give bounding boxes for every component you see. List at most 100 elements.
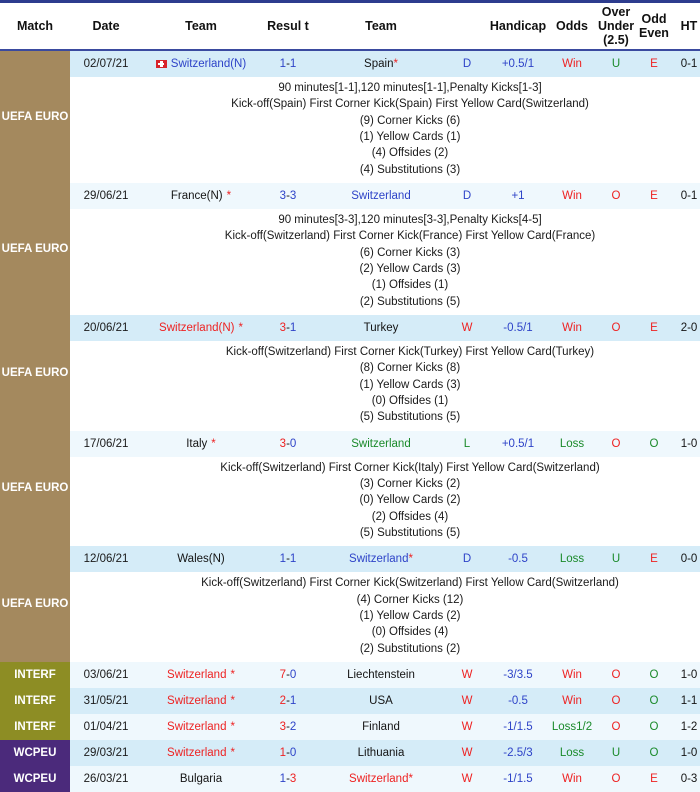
column-header-over-under-25[interactable]: Over Under (2.5)	[596, 3, 636, 50]
match-score[interactable]: 3-2	[260, 714, 316, 740]
competition-badge[interactable]: UEFA EURO	[0, 51, 70, 183]
away-team-star: *	[393, 58, 397, 70]
home-team-cell[interactable]: Switzerland*	[142, 688, 260, 714]
home-team-cell[interactable]: Italy*	[142, 431, 260, 457]
match-outcome: W	[446, 766, 488, 792]
competition-badge-cell[interactable]: UEFA EURO	[0, 315, 70, 431]
match-stats-block: 90 minutes[1-1],120 minutes[1-1],Penalty…	[72, 80, 700, 178]
table-row[interactable]: UEFA EURO17/06/21Italy*3-0SwitzerlandL+0…	[0, 431, 700, 457]
column-header-handicap[interactable]: Handicap	[488, 3, 548, 50]
over-under-25-value: U	[596, 50, 636, 77]
match-stats-block: Kick-off(Switzerland) First Corner Kick(…	[72, 344, 700, 426]
handicap-value: +0.5/1	[488, 431, 548, 457]
competition-badge[interactable]: UEFA EURO	[0, 431, 70, 547]
odds-result: Win	[548, 688, 596, 714]
away-team-cell[interactable]: Spain*	[316, 50, 446, 77]
away-team-cell[interactable]: Switzerland	[316, 431, 446, 457]
table-row[interactable]: INTERF01/04/21Switzerland*3-2FinlandW-1/…	[0, 714, 700, 740]
match-date: 01/04/21	[70, 714, 142, 740]
home-team-wrap: Italy*	[186, 438, 216, 450]
competition-badge[interactable]: UEFA EURO	[0, 315, 70, 431]
home-team-cell[interactable]: Wales(N)	[142, 546, 260, 572]
table-row[interactable]: UEFA EURO20/06/21Switzerland(N)*3-1Turke…	[0, 315, 700, 341]
handicap-value: +0.5/1	[488, 50, 548, 77]
column-header-date[interactable]: Date	[70, 3, 142, 50]
home-team-cell[interactable]: Bulgaria	[142, 766, 260, 792]
match-score[interactable]: 7-0	[260, 662, 316, 688]
handicap-value: -0.5	[488, 546, 548, 572]
competition-badge-cell[interactable]: UEFA EURO	[0, 50, 70, 183]
table-row[interactable]: UEFA EURO12/06/21Wales(N)1-1Switzerland*…	[0, 546, 700, 572]
score-away: 0	[290, 669, 296, 681]
competition-badge[interactable]: WCPEU	[0, 766, 70, 792]
table-row[interactable]: UEFA EURO29/06/21France(N)*3-3Switzerlan…	[0, 183, 700, 209]
match-score[interactable]: 1-1	[260, 546, 316, 572]
match-stats-block: Kick-off(Switzerland) First Corner Kick(…	[72, 460, 700, 542]
competition-badge-cell[interactable]: INTERF	[0, 662, 70, 688]
match-outcome: D	[446, 183, 488, 209]
competition-badge[interactable]: INTERF	[0, 662, 70, 688]
away-team-cell[interactable]: USA	[316, 688, 446, 714]
table-row[interactable]: WCPEU29/03/21Switzerland*1-0LithuaniaW-2…	[0, 740, 700, 766]
match-stat-line: (4) Substitutions (3)	[72, 162, 700, 178]
away-team-cell[interactable]: Switzerland*	[316, 766, 446, 792]
column-header-match[interactable]: Match	[0, 3, 70, 50]
match-score[interactable]: 2-1	[260, 688, 316, 714]
home-team-name: France(N)	[171, 190, 223, 202]
competition-badge[interactable]: INTERF	[0, 688, 70, 714]
column-header-odds[interactable]: Odds	[548, 3, 596, 50]
home-team-cell[interactable]: Switzerland(N)*	[142, 315, 260, 341]
match-date: 26/03/21	[70, 766, 142, 792]
away-team-cell[interactable]: Finland	[316, 714, 446, 740]
match-score[interactable]: 3-1	[260, 315, 316, 341]
competition-badge-cell[interactable]: INTERF	[0, 714, 70, 740]
match-stat-line: (1) Offsides (1)	[72, 277, 700, 293]
table-row[interactable]: INTERF03/06/21Switzerland*7-0Liechtenste…	[0, 662, 700, 688]
home-team-cell[interactable]: Switzerland*	[142, 662, 260, 688]
column-header-odd-even[interactable]: Odd Even	[636, 3, 672, 50]
home-team-cell[interactable]: France(N)*	[142, 183, 260, 209]
match-outcome: L	[446, 431, 488, 457]
odd-even-value: E	[636, 50, 672, 77]
column-header-result[interactable]: Resul t	[260, 3, 316, 50]
away-team-name: Liechtenstein	[347, 669, 415, 681]
away-team-cell[interactable]: Switzerland*	[316, 546, 446, 572]
competition-badge[interactable]: WCPEU	[0, 740, 70, 766]
away-team-cell[interactable]: Switzerland	[316, 183, 446, 209]
table-row[interactable]: INTERF31/05/21Switzerland*2-1USAW-0.5Win…	[0, 688, 700, 714]
competition-badge-cell[interactable]: UEFA EURO	[0, 431, 70, 547]
competition-badge-cell[interactable]: UEFA EURO	[0, 183, 70, 315]
competition-badge[interactable]: UEFA EURO	[0, 546, 70, 662]
handicap-value: -1/1.5	[488, 714, 548, 740]
match-stat-line: (1) Yellow Cards (1)	[72, 129, 700, 145]
competition-badge[interactable]: UEFA EURO	[0, 183, 70, 315]
odd-even-value: O	[636, 662, 672, 688]
home-team-cell[interactable]: Switzerland(N)	[142, 50, 260, 77]
match-score[interactable]: 1-1	[260, 50, 316, 77]
match-detail-row: 90 minutes[3-3],120 minutes[3-3],Penalty…	[0, 209, 700, 315]
score-away: 1	[290, 553, 296, 565]
home-team-name: Switzerland	[167, 721, 226, 733]
home-team-cell[interactable]: Switzerland*	[142, 714, 260, 740]
away-team-cell[interactable]: Lithuania	[316, 740, 446, 766]
home-team-star: *	[230, 669, 234, 681]
competition-badge-cell[interactable]: WCPEU	[0, 740, 70, 766]
odd-even-value: O	[636, 740, 672, 766]
match-score[interactable]: 3-3	[260, 183, 316, 209]
over-under-25-value: O	[596, 183, 636, 209]
competition-badge-cell[interactable]: INTERF	[0, 688, 70, 714]
table-row[interactable]: WCPEU26/03/21Bulgaria1-3Switzerland*W-1/…	[0, 766, 700, 792]
away-team-cell[interactable]: Liechtenstein	[316, 662, 446, 688]
column-header-team-away[interactable]: Team	[316, 3, 446, 50]
column-header-ht[interactable]: HT	[672, 3, 700, 50]
competition-badge[interactable]: INTERF	[0, 714, 70, 740]
home-team-cell[interactable]: Switzerland*	[142, 740, 260, 766]
table-row[interactable]: UEFA EURO02/07/21Switzerland(N)1-1Spain*…	[0, 50, 700, 77]
competition-badge-cell[interactable]: WCPEU	[0, 766, 70, 792]
competition-badge-cell[interactable]: UEFA EURO	[0, 546, 70, 662]
away-team-cell[interactable]: Turkey	[316, 315, 446, 341]
column-header-team-home[interactable]: Team	[142, 3, 260, 50]
match-score[interactable]: 3-0	[260, 431, 316, 457]
match-score[interactable]: 1-3	[260, 766, 316, 792]
match-score[interactable]: 1-0	[260, 740, 316, 766]
